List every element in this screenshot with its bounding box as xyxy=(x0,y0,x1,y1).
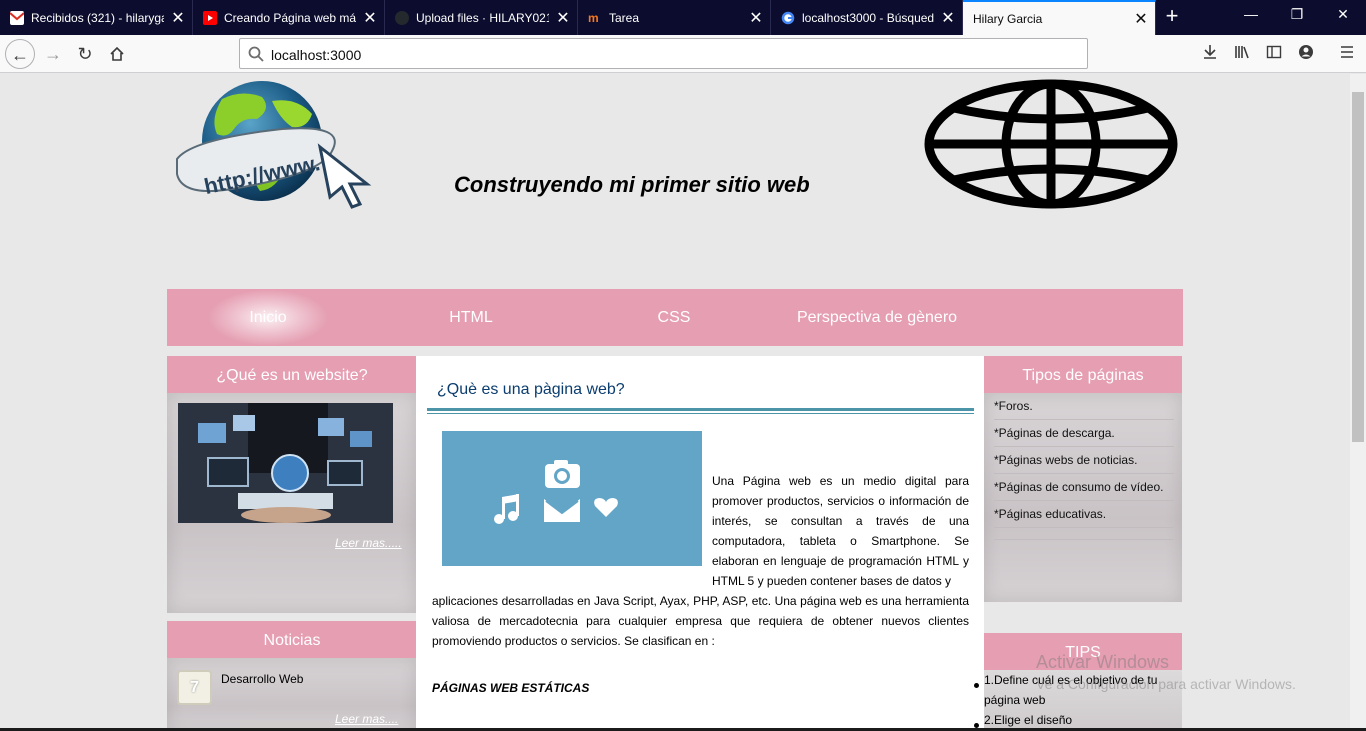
gmail-icon xyxy=(9,10,25,25)
internet-globe-logo: http://www. xyxy=(176,81,372,209)
url-text: localhost:3000 xyxy=(271,47,362,63)
scrollbar-thumb[interactable] xyxy=(1352,92,1364,442)
close-icon[interactable]: ✕ xyxy=(549,8,577,28)
close-icon[interactable]: ✕ xyxy=(742,8,770,28)
forward-icon[interactable]: → xyxy=(38,39,68,69)
article-title: ¿Què es una pàgina web? xyxy=(437,381,625,398)
website-panel: ¿Qué es un website? Leer mas..... xyxy=(167,356,417,613)
google-icon xyxy=(781,11,795,25)
page-types-title: Tipos de páginas xyxy=(984,356,1182,393)
close-icon[interactable]: ✕ xyxy=(164,8,192,28)
new-tab-icon[interactable]: + xyxy=(1158,3,1186,29)
main-content: ¿Què es una pàgina web? Una Página web e… xyxy=(416,356,984,731)
close-icon[interactable]: ✕ xyxy=(934,8,962,28)
close-icon[interactable]: ✕ xyxy=(1127,9,1155,29)
news-panel-body: 7 Desarrollo Web Leer mas.... xyxy=(167,658,417,731)
tab-tarea[interactable]: m Tarea ✕ xyxy=(578,0,771,35)
tab-title: Tarea xyxy=(609,10,640,25)
globe-icon xyxy=(924,79,1178,209)
article-subheading: PÁGINAS WEB ESTÁTICAS xyxy=(432,681,590,695)
news-panel: Noticias 7 Desarrollo Web Leer mas.... xyxy=(167,618,417,731)
navigation-bar: ← → ↻ localhost:3000 xyxy=(0,35,1366,73)
media-icons-image xyxy=(442,431,702,566)
reload-icon[interactable]: ↻ xyxy=(70,39,100,69)
tab-github[interactable]: Upload files · HILARY021( ✕ xyxy=(385,0,578,35)
back-icon[interactable]: ← xyxy=(5,39,35,69)
activate-windows-title: Activar Windows xyxy=(1036,652,1170,672)
tab-title: Hilary Garcia xyxy=(973,11,1043,26)
tab-google[interactable]: localhost3000 - Búsqued ✕ xyxy=(771,0,963,35)
list-item: *Páginas webs de noticias. xyxy=(994,447,1174,474)
minimize-icon[interactable]: — xyxy=(1228,6,1274,22)
tab-title: localhost3000 - Búsqued xyxy=(802,10,934,25)
moodle-icon: m xyxy=(588,10,599,25)
menu-item-inicio[interactable]: Inicio xyxy=(207,289,329,346)
close-window-icon[interactable]: ✕ xyxy=(1320,6,1366,23)
tip-item: página web xyxy=(984,693,1046,707)
news-date-badge: 7 xyxy=(177,670,212,705)
menu-item-perspectiva[interactable]: Perspectiva de gènero xyxy=(787,289,967,346)
close-icon[interactable]: ✕ xyxy=(356,8,384,28)
address-bar[interactable]: localhost:3000 xyxy=(239,38,1088,69)
web-page: http://www. Construyendo mi primer sitio… xyxy=(0,74,1350,731)
tab-gmail[interactable]: Recibidos (321) - hilaryga ✕ xyxy=(0,0,193,35)
list-item: *Páginas de descarga. xyxy=(994,420,1174,447)
website-panel-title: ¿Qué es un website? xyxy=(167,356,417,393)
website-panel-body: Leer mas..... xyxy=(167,393,417,613)
list-item: *Páginas de consumo de vídeo. xyxy=(994,474,1174,501)
tip-item: 2.Elige el diseño xyxy=(984,713,1073,727)
tab-title: Recibidos (321) - hilaryga xyxy=(31,10,164,25)
read-more-link[interactable]: Leer mas.... xyxy=(335,712,398,726)
list-item: *Foros. xyxy=(994,393,1174,420)
home-icon[interactable] xyxy=(102,39,132,69)
menu-item-html[interactable]: HTML xyxy=(412,289,530,346)
page-types-body: *Foros. *Páginas de descarga. *Páginas w… xyxy=(984,393,1182,602)
bullet-icon xyxy=(974,683,979,688)
article-body: aplicaciones desarrolladas en Java Scrip… xyxy=(432,594,969,648)
tab-title: Upload files · HILARY021( xyxy=(416,10,549,25)
read-more-link[interactable]: Leer mas..... xyxy=(335,536,402,550)
activate-windows-text: Ve a Configuración para activar Windows. xyxy=(1036,676,1296,692)
news-item-title[interactable]: Desarrollo Web xyxy=(221,672,303,686)
tab-bar: Recibidos (321) - hilaryga ✕ Creando Pág… xyxy=(0,0,1366,35)
site-title: Construyendo mi primer sitio web xyxy=(454,172,810,197)
article-intro: Una Página web es un medio digital para … xyxy=(712,474,969,588)
youtube-icon xyxy=(203,10,217,25)
tab-title: Creando Página web má xyxy=(224,10,356,25)
list-item: *Páginas educativas. xyxy=(994,501,1174,528)
tab-hilary-garcia[interactable]: Hilary Garcia ✕ xyxy=(963,0,1156,35)
title-divider xyxy=(427,408,974,414)
sidebar-icon[interactable] xyxy=(1264,44,1284,64)
library-icon[interactable] xyxy=(1232,44,1252,64)
restore-icon[interactable]: ❐ xyxy=(1274,6,1320,23)
news-panel-title: Noticias xyxy=(167,621,417,658)
main-menu: Inicio HTML CSS Perspectiva de gènero xyxy=(167,289,1183,346)
page-types-panel: Tipos de páginas *Foros. *Páginas de des… xyxy=(984,356,1182,602)
menu-item-css[interactable]: CSS xyxy=(615,289,733,346)
tab-youtube[interactable]: Creando Página web má ✕ xyxy=(193,0,385,35)
devices-image xyxy=(178,403,393,523)
menu-icon[interactable] xyxy=(1337,44,1357,64)
search-icon xyxy=(248,46,264,62)
download-icon[interactable] xyxy=(1200,44,1220,64)
list-divider xyxy=(994,528,1174,540)
github-icon xyxy=(395,10,409,25)
article: ¿Què es una pàgina web? Una Página web e… xyxy=(427,371,974,731)
account-icon[interactable] xyxy=(1296,44,1316,64)
